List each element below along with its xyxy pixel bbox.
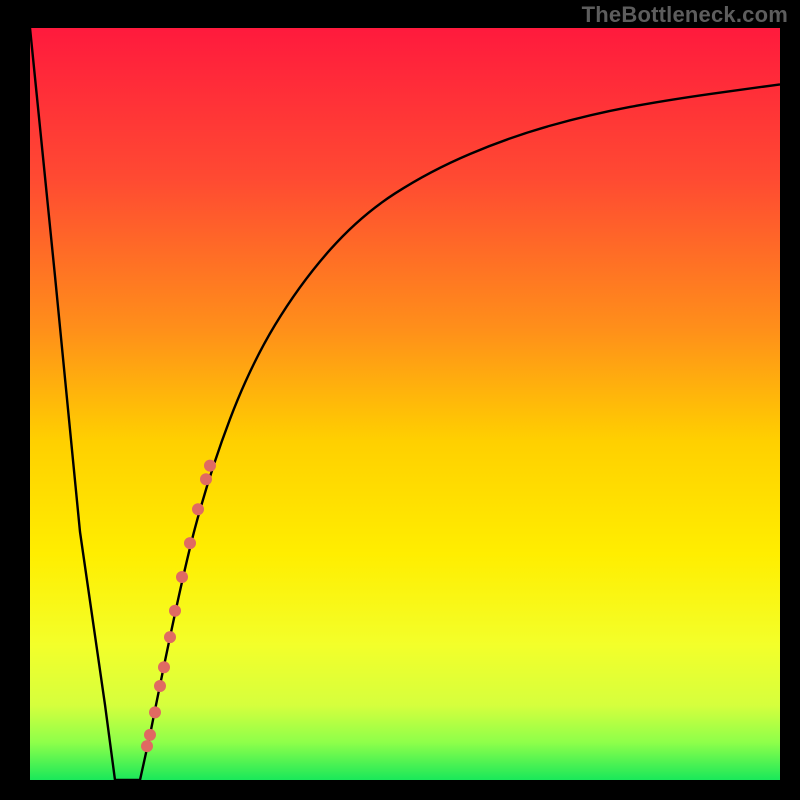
- highlight-dot: [164, 631, 176, 643]
- highlight-dot: [169, 605, 181, 617]
- highlight-dot: [149, 706, 161, 718]
- highlight-dot: [144, 729, 156, 741]
- highlight-dot: [192, 503, 204, 515]
- watermark-text: TheBottleneck.com: [582, 2, 788, 28]
- highlight-dot: [158, 661, 170, 673]
- highlight-dot: [141, 740, 153, 752]
- highlight-dot: [154, 680, 166, 692]
- bottleneck-chart-svg: [0, 0, 800, 800]
- highlight-dot: [184, 537, 196, 549]
- chart-stage: TheBottleneck.com: [0, 0, 800, 800]
- highlight-dot: [176, 571, 188, 583]
- highlight-dot: [200, 473, 212, 485]
- highlight-dot: [204, 460, 216, 472]
- gradient-background: [30, 28, 780, 780]
